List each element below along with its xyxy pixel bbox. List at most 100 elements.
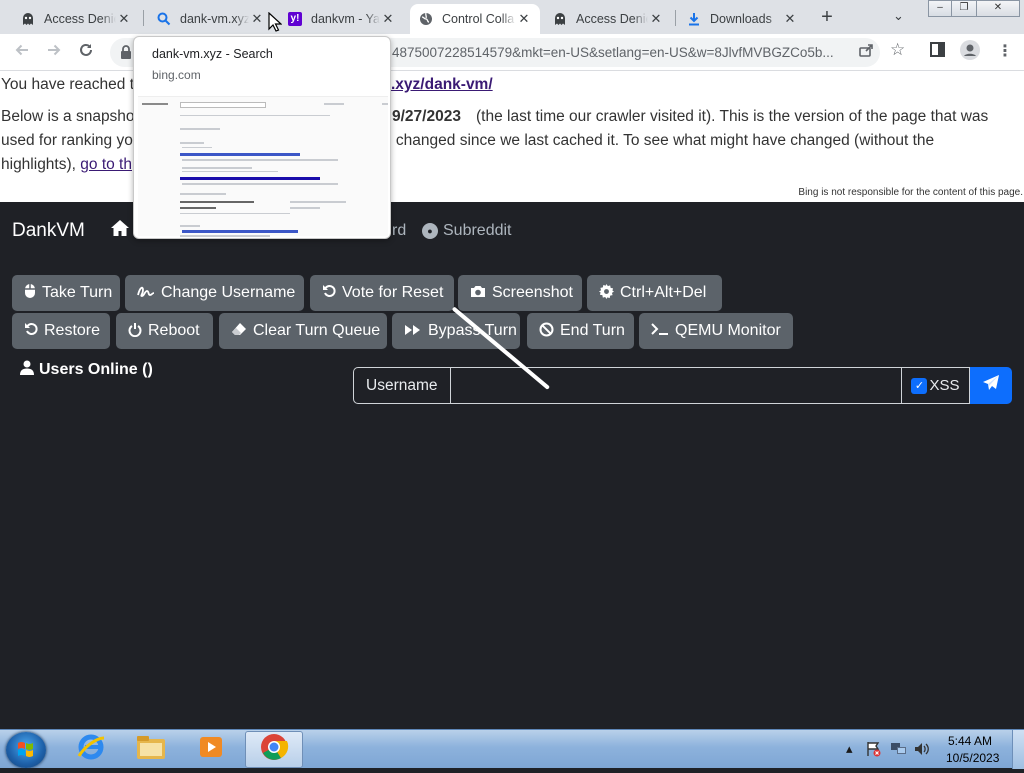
go-to-current-page-link[interactable]: go to th [80, 156, 132, 173]
arrow-left-icon [15, 44, 28, 56]
home-icon[interactable] [110, 219, 130, 242]
cache-changed-text: e changed since we last cached it. To se… [383, 132, 935, 149]
take-turn-button[interactable]: Take Turn [12, 275, 120, 311]
share-icon[interactable] [858, 42, 874, 63]
taskbar-file-explorer[interactable] [122, 731, 180, 768]
tab-control-collaborative[interactable]: Control Colla ✕ [410, 4, 540, 34]
show-desktop-button[interactable] [1012, 730, 1024, 769]
reload-icon [80, 43, 92, 56]
kebab-menu-icon[interactable]: ⋮ [997, 41, 1013, 61]
qemu-monitor-label: QEMU Monitor [675, 322, 781, 339]
star-icon[interactable]: ☆ [890, 40, 905, 60]
action-center-flag-icon[interactable] [866, 741, 882, 760]
cache-highlights-line: highlights), go to th [1, 153, 132, 177]
close-icon[interactable]: ✕ [380, 11, 396, 27]
preview-title: dank-vm.xyz - Search [152, 47, 273, 61]
users-online-heading: Users Online () [20, 360, 153, 379]
navbar-brand[interactable]: DankVM [12, 220, 85, 242]
users-online-label: Users Online () [39, 360, 153, 378]
volume-icon[interactable] [914, 741, 930, 760]
cache-snapshot-text-end: (the last time our crawler visited it). … [476, 108, 989, 125]
yahoo-icon: y! [287, 11, 303, 27]
start-button[interactable] [6, 732, 46, 768]
close-icon[interactable]: ✕ [116, 11, 132, 27]
close-icon[interactable]: ✕ [249, 11, 265, 27]
clock-time[interactable]: 5:44 AM [948, 734, 992, 748]
restore-label: Restore [44, 322, 101, 339]
windows-logo-icon [18, 742, 33, 757]
tab-search-chevron-icon[interactable]: ⌄ [893, 8, 904, 24]
ghost-icon [552, 11, 568, 27]
xss-toggle[interactable]: ✓ XSS [902, 367, 970, 404]
clear-turn-queue-label: Clear Turn Queue [253, 322, 381, 339]
ban-icon [539, 322, 554, 341]
tab-separator [675, 10, 676, 26]
screenshot-button[interactable]: Screenshot [458, 275, 582, 311]
search-icon [156, 11, 172, 27]
nav-link-subreddit-label: Subreddit [443, 222, 512, 239]
network-icon[interactable] [890, 741, 908, 760]
tab-access-denied-2[interactable]: Access Denie ✕ [544, 4, 672, 34]
user-icon [20, 360, 34, 379]
minimize-button[interactable]: ‒ [928, 0, 952, 17]
forward-icon [404, 323, 422, 340]
tab-dank-vm-search[interactable]: dank-vm.xyz ✕ [148, 4, 273, 34]
clock-date[interactable]: 10/5/2023 [946, 751, 999, 765]
forward-button[interactable] [41, 40, 67, 66]
mouse-icon [24, 283, 36, 303]
dankvm-app: DankVM rd ● Subreddit Take Turn Change U… [0, 202, 1024, 729]
back-button[interactable] [9, 40, 35, 66]
screenshot-label: Screenshot [492, 284, 573, 301]
profile-avatar-icon[interactable] [960, 40, 980, 65]
side-panel-icon[interactable] [930, 42, 945, 62]
tab-dankvm-yahoo[interactable]: y! dankvm - Ya ✕ [279, 4, 404, 34]
internet-explorer-icon [76, 732, 106, 767]
new-tab-button[interactable]: + [814, 6, 840, 30]
globe-icon [418, 11, 434, 27]
url-text: 4875007228514579&mkt=en-US&setlang=en-US… [392, 45, 834, 60]
ctrl-alt-del-label: Ctrl+Alt+Del [620, 284, 707, 301]
taskbar-media-player[interactable] [182, 731, 240, 768]
terminal-icon [651, 322, 669, 340]
tab-downloads[interactable]: Downloads ✕ [678, 4, 806, 34]
tab-access-denied-1[interactable]: Access Denie ✕ [12, 4, 140, 34]
close-icon[interactable]: ✕ [782, 11, 798, 27]
gear-icon [599, 283, 614, 303]
checkbox-checked-icon[interactable]: ✓ [911, 377, 928, 394]
undo-icon [24, 322, 38, 340]
chat-message-input[interactable] [449, 367, 902, 404]
cache-date: 9/27/2023 [392, 108, 461, 125]
signature-icon [137, 284, 155, 302]
ghost-icon [20, 11, 36, 27]
taskbar-chrome[interactable] [245, 731, 303, 768]
xss-label: XSS [929, 377, 960, 394]
clear-turn-queue-button[interactable]: Clear Turn Queue [219, 313, 387, 349]
bypass-turn-button[interactable]: Bypass Turn [392, 313, 520, 349]
taskbar-internet-explorer[interactable] [62, 731, 120, 768]
reboot-label: Reboot [148, 322, 200, 339]
nav-link-discord[interactable]: rd [392, 222, 406, 240]
reload-button[interactable] [73, 40, 99, 66]
nav-link-subreddit[interactable]: ● Subreddit [422, 222, 512, 240]
maximize-button[interactable]: ❐ [951, 0, 977, 17]
end-turn-button[interactable]: End Turn [527, 313, 634, 349]
close-window-button[interactable]: ✕ [976, 0, 1020, 17]
close-icon[interactable]: ✕ [516, 11, 532, 27]
show-hidden-icons-icon[interactable]: ▴ [846, 741, 853, 757]
send-message-button[interactable] [970, 367, 1012, 404]
bing-disclaimer: Bing is not responsible for the content … [798, 187, 1023, 198]
cache-intro-text: You have reached t [1, 76, 135, 93]
qemu-monitor-button[interactable]: QEMU Monitor [639, 313, 793, 349]
cached-url-link[interactable]: .xyz/dank-vm/ [391, 73, 493, 97]
chat-input-group: Username ✓ XSS [353, 367, 1012, 404]
vote-for-reset-button[interactable]: Vote for Reset [310, 275, 454, 311]
end-turn-label: End Turn [560, 322, 625, 339]
eraser-icon [231, 322, 247, 340]
close-icon[interactable]: ✕ [648, 11, 664, 27]
change-username-button[interactable]: Change Username [125, 275, 304, 311]
cache-ranking-text: used for ranking yo [1, 132, 133, 149]
restore-button[interactable]: Restore [12, 313, 110, 349]
reboot-button[interactable]: Reboot [116, 313, 213, 349]
ctrl-alt-del-button[interactable]: Ctrl+Alt+Del [587, 275, 722, 311]
take-turn-label: Take Turn [42, 284, 113, 301]
